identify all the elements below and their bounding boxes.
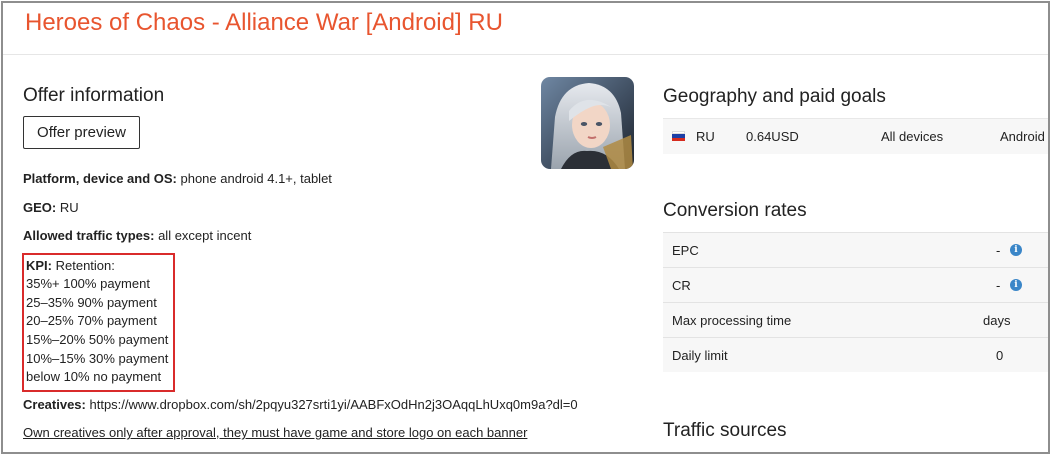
kpi-highlight-box: KPI: Retention: 35%+ 100% payment 25–35%… (22, 253, 175, 392)
geography-row: RU 0.64USD All devices Android (663, 118, 1048, 154)
page-header: Heroes of Chaos - Alliance War [Android]… (3, 3, 1048, 55)
kpi-tier: 15%–20% 50% payment (26, 332, 169, 347)
kpi-heading: KPI: Retention: (26, 258, 115, 273)
app-icon (541, 77, 634, 169)
creatives-info: Creatives: https://www.dropbox.com/sh/2p… (23, 397, 578, 412)
kpi-tier: 35%+ 100% payment (26, 276, 150, 291)
creatives-label: Creatives: (23, 397, 86, 412)
table-row: CR - i (663, 267, 1048, 302)
geo-os: Android (1000, 129, 1045, 144)
kpi-intro: Retention: (52, 258, 115, 273)
platform-value: phone android 4.1+, tablet (176, 171, 332, 186)
cr-label: CR (672, 278, 691, 293)
max-processing-time-label: Max processing time (672, 313, 792, 328)
game-character-image (541, 77, 634, 169)
geo-info: GEO: RU (23, 200, 79, 215)
offer-page: Heroes of Chaos - Alliance War [Android]… (1, 1, 1050, 454)
kpi-tier: 25–35% 90% payment (26, 295, 157, 310)
offer-preview-button[interactable]: Offer preview (23, 116, 140, 149)
creatives-link[interactable]: https://www.dropbox.com/sh/2pqyu327srti1… (86, 397, 577, 412)
geo-payout: 0.64USD (746, 129, 799, 144)
traffic-sources-heading: Traffic sources (663, 420, 787, 441)
platform-label: Platform, device and OS: (23, 171, 177, 186)
table-row: EPC - i (663, 232, 1048, 267)
info-icon[interactable]: i (1010, 244, 1022, 256)
traffic-types-info: Allowed traffic types: all except incent (23, 228, 251, 243)
kpi-tier: below 10% no payment (26, 369, 162, 384)
kpi-tier: 10%–15% 30% payment (26, 351, 169, 366)
traffic-types-value: all except incent (154, 228, 252, 243)
conversion-rates-heading: Conversion rates (663, 200, 807, 221)
creatives-approval-note[interactable]: Own creatives only after approval, they … (23, 425, 527, 440)
epc-value: - (996, 243, 1001, 258)
daily-limit-label: Daily limit (672, 348, 728, 363)
conversion-rates-table: EPC - i CR - i Max processing time days … (663, 232, 1048, 372)
platform-info: Platform, device and OS: phone android 4… (23, 171, 332, 186)
russia-flag-icon (672, 131, 685, 141)
info-icon[interactable]: i (1010, 279, 1022, 291)
epc-label: EPC (672, 243, 699, 258)
table-row: Daily limit 0 (663, 337, 1048, 372)
geo-country: RU (696, 129, 715, 144)
geography-heading: Geography and paid goals (663, 86, 886, 107)
max-processing-time-value: days (983, 313, 1011, 328)
geo-label: GEO: (23, 200, 57, 215)
offer-information-heading: Offer information (23, 85, 165, 106)
table-row: Max processing time days (663, 302, 1048, 337)
kpi-tier: 20–25% 70% payment (26, 313, 157, 328)
kpi-label: KPI: (26, 258, 52, 273)
geo-devices: All devices (881, 129, 944, 144)
daily-limit-value: 0 (996, 348, 1004, 363)
cr-value: - (996, 278, 1001, 293)
geo-value: RU (56, 200, 79, 215)
page-title: Heroes of Chaos - Alliance War [Android]… (25, 9, 503, 36)
traffic-types-label: Allowed traffic types: (23, 228, 155, 243)
